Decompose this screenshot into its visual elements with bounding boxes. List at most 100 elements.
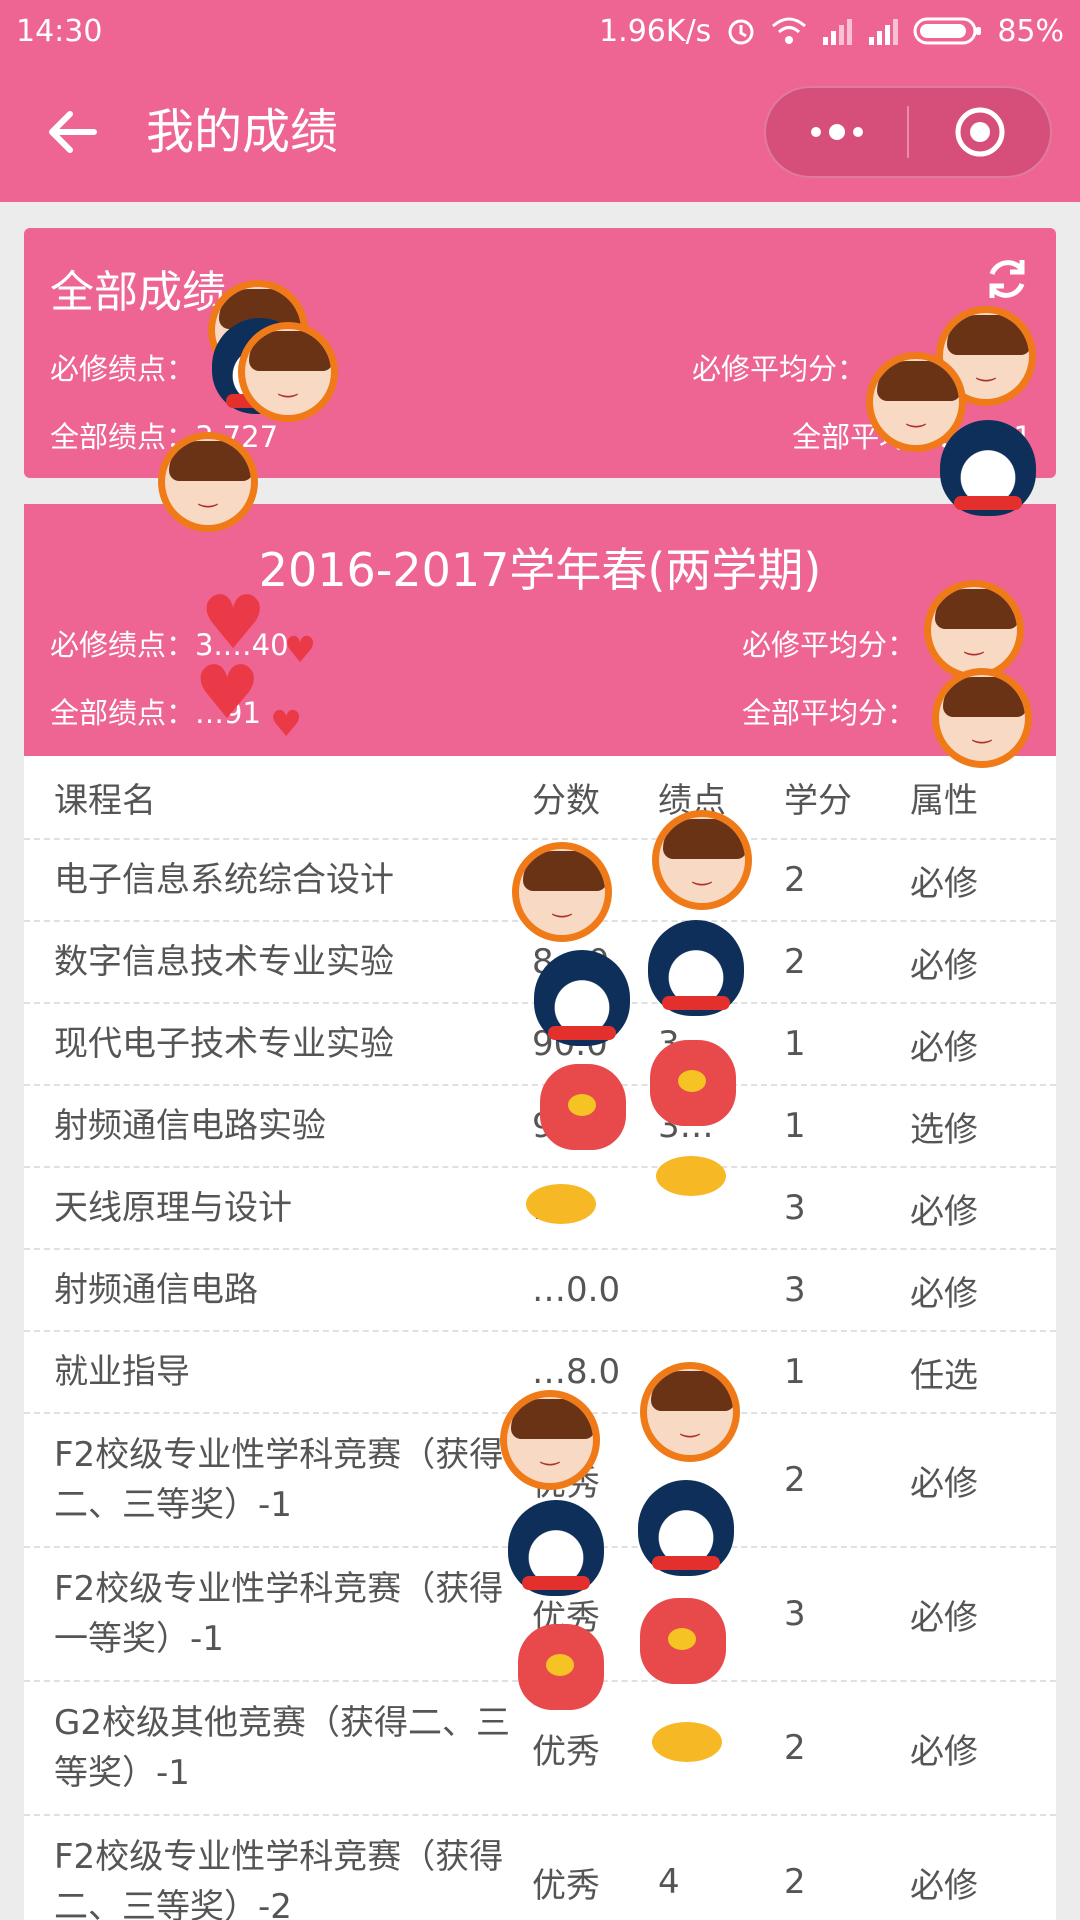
- course-credit: 1: [784, 1352, 806, 1392]
- course-name: F2校级专业性学科竞赛（获得二、三等奖）-1: [54, 1435, 504, 1525]
- course-name: G2校级其他竞赛（获得二、三等奖）-1: [54, 1703, 510, 1793]
- chick-sticker: [652, 1722, 722, 1762]
- course-credit: 1: [784, 1024, 806, 1064]
- course-score: 优秀: [532, 1731, 600, 1772]
- course-name: 就业指导: [54, 1352, 190, 1392]
- header-course-name: 课程名: [54, 780, 156, 821]
- course-score: 优秀: [532, 1865, 600, 1906]
- course-type: 必修: [910, 945, 978, 986]
- refresh-icon[interactable]: [984, 256, 1030, 302]
- battery-level: 85%: [997, 13, 1064, 49]
- term-all-gpa-label: 全部绩点：: [50, 696, 196, 730]
- required-average: 必修平均分：: [692, 346, 866, 388]
- more-button[interactable]: [766, 88, 907, 176]
- signal-icon: [823, 19, 853, 45]
- bird-sticker: [650, 1040, 736, 1126]
- boy-face-sticker: [500, 1390, 600, 1490]
- table-row[interactable]: F2校级专业性学科竞赛（获得二、三等奖）-2 优秀 4 2 必修: [24, 1816, 1056, 1920]
- header-type: 属性: [910, 780, 978, 821]
- course-credit: 1: [784, 1106, 806, 1146]
- heart-sticker: ♥: [194, 650, 261, 736]
- course-credit: 2: [784, 1460, 806, 1500]
- course-credit: 2: [784, 1862, 806, 1902]
- penguin-sticker: [940, 420, 1036, 516]
- heart-sticker: ♥: [270, 704, 303, 745]
- course-gpa: 4: [658, 1862, 680, 1902]
- term-title: 2016-2017学年春(两学期): [258, 543, 822, 597]
- course-name: 现代电子技术专业实验: [54, 1024, 394, 1064]
- course-credit: 2: [784, 1728, 806, 1768]
- term-required-average: 必修平均分：: [742, 622, 916, 664]
- battery-icon: [913, 17, 982, 45]
- term-required-average-label: 必修平均分：: [741, 628, 916, 662]
- table-header: 课程名 分数 绩点 学分 属性: [24, 756, 1056, 840]
- heart-sticker: ♥: [284, 630, 317, 671]
- miniapp-capsule: [764, 86, 1052, 178]
- penguin-sticker: [508, 1500, 604, 1596]
- back-arrow-icon: [49, 111, 97, 153]
- course-name: 电子信息系统综合设计: [54, 860, 394, 900]
- course-name: 射频通信电路: [54, 1270, 258, 1310]
- back-button[interactable]: [40, 100, 104, 164]
- penguin-sticker: [534, 950, 630, 1046]
- net-speed: 1.96K/s: [599, 13, 712, 49]
- signal-icon: [869, 19, 899, 45]
- course-credit: 3: [784, 1270, 806, 1310]
- penguin-sticker: [648, 920, 744, 1016]
- required-gpa: 必修绩点：: [50, 346, 195, 388]
- course-type: 必修: [910, 1273, 978, 1314]
- course-type: 选修: [910, 1109, 978, 1150]
- course-type: 任选: [910, 1355, 978, 1396]
- course-score: …0.0: [532, 1270, 621, 1310]
- more-dots-icon: [810, 124, 863, 140]
- boy-face-sticker: [652, 810, 752, 910]
- course-type: 必修: [910, 1597, 978, 1638]
- course-name: F2校级专业性学科竞赛（获得一等奖）-1: [54, 1569, 504, 1659]
- header-score: 分数: [532, 780, 600, 821]
- bird-sticker: [518, 1624, 604, 1710]
- nav-bar: 我的成绩: [0, 62, 1080, 202]
- term-all-average: 全部平均分：: [742, 690, 916, 732]
- course-credit: 3: [784, 1188, 806, 1228]
- boy-face-sticker: [932, 668, 1032, 768]
- bird-sticker: [640, 1598, 726, 1684]
- course-type: 必修: [910, 1731, 978, 1772]
- course-name: 数字信息技术专业实验: [54, 942, 394, 982]
- boy-face-sticker: [158, 432, 258, 532]
- header-credit: 学分: [784, 780, 852, 821]
- course-score: …8.0: [532, 1352, 621, 1392]
- chick-sticker: [656, 1156, 726, 1196]
- alarm-icon: [728, 19, 754, 45]
- required-gpa-label: 必修绩点：: [50, 352, 196, 386]
- page-title: 我的成绩: [146, 104, 339, 160]
- term-required-gpa-label: 必修绩点：: [50, 628, 196, 662]
- course-credit: 3: [784, 1594, 806, 1634]
- boy-face-sticker: [924, 580, 1024, 680]
- course-name: 天线原理与设计: [54, 1188, 292, 1228]
- all-grades-title: 全部成绩: [50, 267, 226, 318]
- penguin-sticker: [638, 1480, 734, 1576]
- course-credit: 2: [784, 860, 806, 900]
- course-credit: 2: [784, 942, 806, 982]
- status-icons: 1.96K/s 85%: [599, 14, 1064, 49]
- course-name: 射频通信电路实验: [54, 1106, 326, 1146]
- term-all-average-label: 全部平均分：: [741, 696, 916, 730]
- status-time: 14:30: [16, 13, 103, 49]
- target-circle-icon: [955, 107, 1004, 157]
- boy-face-sticker: [238, 322, 338, 422]
- term-card: 2016-2017学年春(两学期) 必修绩点：3.…40 必修平均分： 全部绩点…: [24, 504, 1056, 756]
- status-bar: 14:30 1.96K/s 85%: [0, 0, 1080, 62]
- course-name: F2校级专业性学科竞赛（获得二、三等奖）-2: [54, 1837, 504, 1920]
- boy-face-sticker: [512, 842, 612, 942]
- wifi-icon: [772, 17, 807, 44]
- course-type: 必修: [910, 1463, 978, 1504]
- close-button[interactable]: [909, 88, 1050, 176]
- bird-sticker: [540, 1064, 626, 1150]
- chick-sticker: [526, 1184, 596, 1224]
- course-type: 必修: [910, 863, 978, 904]
- table-row[interactable]: 射频通信电路 …0.0 3 必修: [24, 1250, 1056, 1332]
- required-average-label: 必修平均分：: [691, 352, 866, 386]
- course-type: 必修: [910, 1027, 978, 1068]
- boy-face-sticker: [640, 1362, 740, 1462]
- course-type: 必修: [910, 1191, 978, 1232]
